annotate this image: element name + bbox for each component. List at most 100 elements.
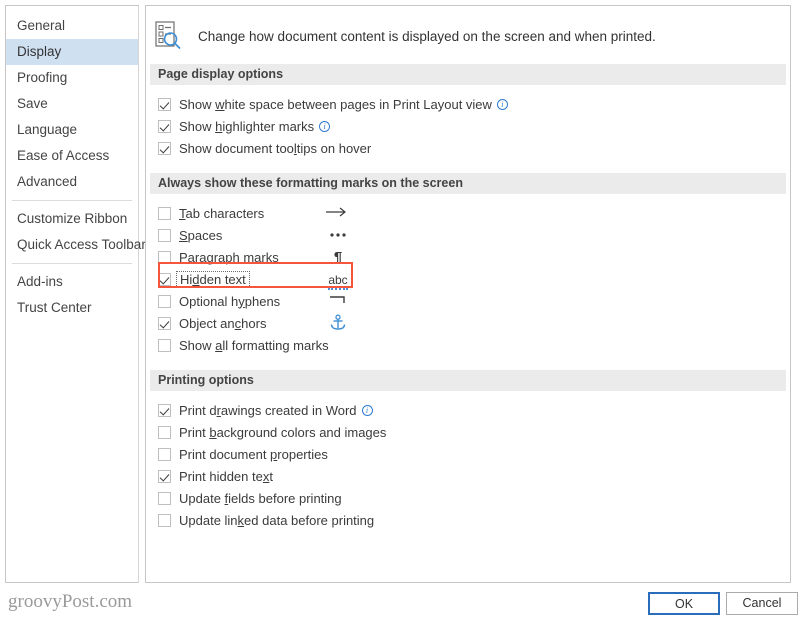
option-label-post: t bbox=[269, 468, 273, 484]
info-icon[interactable]: i bbox=[319, 120, 331, 132]
option-row[interactable]: Print document properties bbox=[158, 443, 790, 465]
sidebar-item-language[interactable]: Language bbox=[6, 117, 138, 143]
option-label[interactable]: Paragraph marks bbox=[179, 250, 279, 265]
option-label[interactable]: Optional hyphens bbox=[179, 294, 280, 309]
option-accelerator: b bbox=[209, 424, 217, 440]
option-label[interactable]: Print document properties bbox=[179, 447, 328, 462]
option-row[interactable]: Show document tooltips on hover bbox=[158, 137, 790, 159]
option-row[interactable]: Paragraph marks ¶ bbox=[158, 246, 790, 268]
option-label-post: phens bbox=[244, 293, 281, 309]
optional-hyphen-icon bbox=[323, 294, 353, 309]
info-icon[interactable]: i bbox=[496, 98, 508, 110]
option-label[interactable]: Print background colors and images bbox=[179, 425, 386, 440]
option-label-pre: Show bbox=[179, 96, 216, 112]
section-body-formatting-marks: Tab characters Spaces Paragraph marks ¶ Hidd… bbox=[146, 194, 790, 360]
checkbox[interactable] bbox=[158, 491, 171, 505]
option-row[interactable]: Spaces bbox=[158, 224, 790, 246]
option-label-post: ll formatting marks bbox=[222, 337, 329, 353]
option-label[interactable]: Print drawings created in Word bbox=[179, 403, 357, 418]
checkbox[interactable] bbox=[158, 97, 171, 111]
option-label-pre: Print d bbox=[179, 402, 217, 418]
pilcrow-icon: ¶ bbox=[333, 248, 343, 266]
option-label-post: roperties bbox=[277, 446, 328, 462]
section-header-page-display-options: Page display options bbox=[150, 64, 786, 85]
option-label[interactable]: Hidden text bbox=[176, 270, 250, 288]
checkbox[interactable] bbox=[158, 206, 171, 220]
sidebar-item-customize-ribbon[interactable]: Customize Ribbon bbox=[6, 206, 138, 232]
option-label[interactable]: Update fields before printing bbox=[179, 491, 342, 506]
sidebar-item-advanced[interactable]: Advanced bbox=[6, 169, 138, 195]
option-label-pre: Print hidden te bbox=[179, 468, 263, 484]
option-row[interactable]: Show highlighter marks i bbox=[158, 115, 790, 137]
option-label[interactable]: Print hidden text bbox=[179, 469, 273, 484]
checkbox[interactable] bbox=[158, 250, 171, 264]
checkbox[interactable] bbox=[158, 447, 171, 461]
option-row[interactable]: Print background colors and images bbox=[158, 421, 790, 443]
info-icon[interactable]: i bbox=[361, 404, 373, 416]
checkbox[interactable] bbox=[158, 338, 171, 352]
hidden-text-abc-icon: abc bbox=[323, 272, 353, 290]
option-row[interactable]: Update linked data before printing bbox=[158, 509, 790, 531]
option-label-post: tips on hover bbox=[296, 140, 372, 156]
checkbox[interactable] bbox=[158, 316, 171, 330]
checkbox[interactable] bbox=[158, 425, 171, 439]
section-body-page-display-options: Show white space between pages in Print … bbox=[146, 85, 790, 163]
option-label-pre: Show document too bbox=[179, 140, 294, 156]
ok-button[interactable]: OK bbox=[648, 592, 720, 615]
option-label-post: arks bbox=[254, 249, 279, 265]
option-label[interactable]: Tab characters bbox=[179, 206, 264, 221]
option-label[interactable]: Spaces bbox=[179, 228, 222, 243]
sidebar-item-display[interactable]: Display bbox=[6, 39, 138, 65]
checkbox[interactable] bbox=[158, 294, 171, 308]
option-label-pre: Object an bbox=[179, 315, 235, 331]
option-label[interactable]: Update linked data before printing bbox=[179, 513, 374, 528]
sidebar-item-ease-of-access[interactable]: Ease of Access bbox=[6, 143, 138, 169]
option-label-pre: Update bbox=[179, 490, 225, 506]
sidebar-item-save[interactable]: Save bbox=[6, 91, 138, 117]
option-row[interactable]: Tab characters bbox=[158, 202, 790, 224]
checkbox[interactable] bbox=[158, 513, 171, 527]
checkbox[interactable] bbox=[158, 403, 171, 417]
option-label-post: ighlighter marks bbox=[222, 118, 315, 134]
sidebar-item-general[interactable]: General bbox=[6, 13, 138, 39]
option-label[interactable]: Show white space between pages in Print … bbox=[179, 97, 492, 112]
cancel-button[interactable]: Cancel bbox=[726, 592, 798, 615]
option-row[interactable]: Print hidden text bbox=[158, 465, 790, 487]
section-body-printing-options: Print drawings created in Word i Print bac… bbox=[146, 391, 790, 535]
checkbox[interactable] bbox=[158, 469, 171, 483]
options-category-sidebar: General Display Proofing Save Language Ease o… bbox=[5, 5, 146, 583]
document-search-icon bbox=[154, 20, 184, 52]
option-accelerator: w bbox=[215, 96, 225, 112]
option-row[interactable]: Show white space between pages in Print … bbox=[158, 93, 790, 115]
dialog-footer: groovyPost.com OK Cancel bbox=[0, 584, 800, 624]
option-label[interactable]: Show all formatting marks bbox=[179, 338, 329, 353]
sidebar-item-add-ins[interactable]: Add-ins bbox=[6, 269, 138, 295]
option-label[interactable]: Object anchors bbox=[179, 316, 266, 331]
option-label[interactable]: Show document tooltips on hover bbox=[179, 141, 371, 156]
checkbox[interactable] bbox=[158, 141, 171, 155]
checkbox[interactable] bbox=[158, 272, 171, 286]
word-options-dialog: General Display Proofing Save Language Ease o… bbox=[0, 0, 800, 624]
option-label-post: ackground colors and images bbox=[216, 424, 387, 440]
checkbox[interactable] bbox=[158, 119, 171, 133]
option-label-pre: Optional h bbox=[179, 293, 239, 309]
option-label[interactable]: Show highlighter marks bbox=[179, 119, 314, 134]
sidebar-separator bbox=[12, 200, 132, 201]
option-row[interactable]: Show all formatting marks bbox=[158, 334, 790, 356]
sidebar-item-quick-access-toolbar[interactable]: Quick Access Toolbar bbox=[6, 232, 146, 258]
option-label-post: paces bbox=[187, 227, 223, 243]
option-label-pre: Print bbox=[179, 424, 210, 440]
option-label-post: awings created in Word bbox=[220, 402, 357, 418]
option-accelerator: d bbox=[192, 271, 200, 287]
checkbox[interactable] bbox=[158, 228, 171, 242]
option-row[interactable]: Update fields before printing bbox=[158, 487, 790, 509]
sidebar-separator bbox=[12, 263, 132, 264]
option-row[interactable]: Optional hyphens bbox=[158, 290, 790, 312]
sidebar-item-trust-center[interactable]: Trust Center bbox=[6, 295, 138, 321]
option-label-post: ields before printing bbox=[228, 490, 342, 506]
option-row[interactable]: Object anchors bbox=[158, 312, 790, 334]
option-row[interactable]: Hidden text abc bbox=[158, 268, 790, 290]
sidebar-item-proofing[interactable]: Proofing bbox=[6, 65, 138, 91]
option-label-pre: Paragraph bbox=[179, 249, 244, 265]
option-row[interactable]: Print drawings created in Word i bbox=[158, 399, 790, 421]
